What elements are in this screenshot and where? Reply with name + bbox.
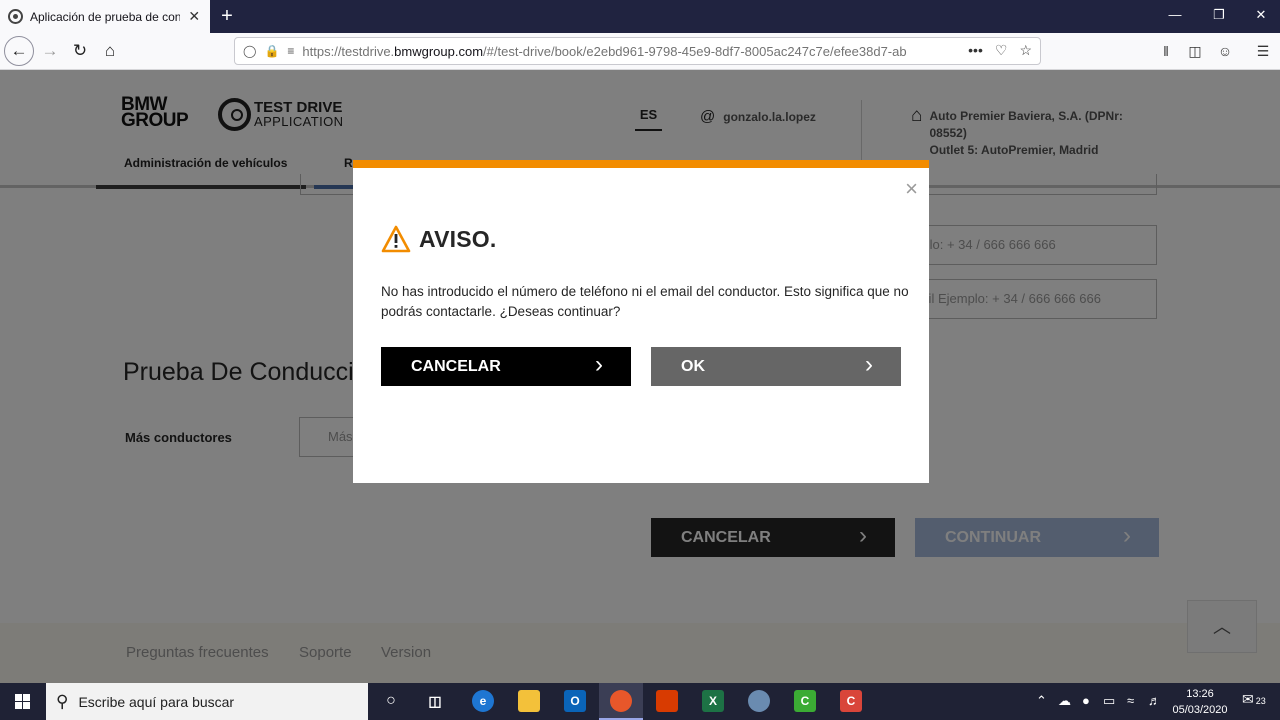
forward-arrow-icon[interactable]: → <box>36 38 64 64</box>
close-icon[interactable]: × <box>905 176 918 202</box>
minimize-icon[interactable]: — <box>1152 0 1198 30</box>
notification-center-icon[interactable]: ✉ 23 <box>1242 691 1266 708</box>
file-explorer-icon[interactable] <box>518 690 540 712</box>
dialog-ok-button[interactable]: OK › <box>651 347 901 386</box>
dialog-message: No has introducido el número de teléfono… <box>381 284 909 319</box>
search-icon: ⚲ <box>56 691 69 711</box>
window-close-icon[interactable]: ✕ <box>1238 0 1280 30</box>
taskbar-search-box[interactable]: ⚲ Escribe aquí para buscar <box>46 683 368 720</box>
page-actions-icon[interactable]: ••• <box>968 42 983 59</box>
clock-time: 13:26 <box>1186 688 1214 700</box>
volume-icon[interactable]: ♬ <box>1148 693 1161 708</box>
wifi-icon[interactable]: ≈ <box>1127 693 1134 708</box>
microphone-icon[interactable]: ● <box>1082 693 1090 708</box>
edge-icon[interactable]: e <box>472 690 494 712</box>
office-icon[interactable] <box>656 690 678 712</box>
clock-date: 05/03/2020 <box>1172 704 1228 716</box>
firefox-icon[interactable] <box>610 690 632 712</box>
menu-icon[interactable]: ☰ <box>1253 43 1273 60</box>
pocket-icon[interactable]: ♡ <box>995 42 1008 59</box>
steering-wheel-favicon-icon <box>8 9 23 24</box>
reload-icon[interactable]: ↻ <box>66 38 94 64</box>
address-bar[interactable]: ◯ 🔒 ≡ https://testdrive.bmwgroup.com/#/t… <box>234 37 1041 65</box>
browser-toolbar: ← → ↻ ⌂ ◯ 🔒 ≡ https://testdrive.bmwgroup… <box>0 33 1280 70</box>
cortana-icon[interactable]: ○ <box>380 690 402 712</box>
chevron-right-icon: › <box>865 351 873 378</box>
lock-icon[interactable]: 🔒 <box>264 44 279 58</box>
browser-tab[interactable]: Aplicación de prueba de conducción ✕ <box>0 0 210 33</box>
sidebar-icon[interactable]: ◫ <box>1185 43 1205 60</box>
dialog-title: AVISO. <box>419 225 497 252</box>
dialog-cancel-button[interactable]: CANCELAR › <box>381 347 631 386</box>
bookmark-star-icon[interactable]: ☆ <box>1019 42 1032 59</box>
tray-overflow-icon[interactable]: ⌃ <box>1036 693 1047 709</box>
shield-icon[interactable]: ◯ <box>243 44 256 58</box>
dialog-ok-label: OK <box>681 357 705 375</box>
utility-app-icon[interactable] <box>748 690 770 712</box>
permissions-icon[interactable]: ≡ <box>287 44 294 58</box>
onedrive-icon[interactable]: ☁ <box>1058 693 1071 709</box>
excel-icon[interactable]: X <box>702 690 724 712</box>
warning-dialog: × AVISO. No has introducido el número de… <box>353 160 929 483</box>
dialog-cancel-label: CANCELAR <box>411 357 501 375</box>
windows-taskbar: ⚲ Escribe aquí para buscar ○ ◫ e O X C C… <box>0 683 1280 720</box>
url-text[interactable]: https://testdrive.bmwgroup.com/#/test-dr… <box>302 44 942 59</box>
system-clock[interactable]: 13:26 05/03/2020 <box>1168 686 1232 718</box>
restore-icon[interactable]: ❐ <box>1196 0 1242 30</box>
outlook-icon[interactable]: O <box>564 690 586 712</box>
account-icon[interactable]: ☺ <box>1215 43 1235 59</box>
recorder-icon[interactable]: C <box>840 690 862 712</box>
warning-triangle-icon <box>381 225 411 253</box>
chevron-right-icon: › <box>595 351 603 378</box>
notification-count: 23 <box>1255 696 1266 706</box>
start-button[interactable] <box>0 683 45 720</box>
dialog-header: AVISO. <box>381 225 496 253</box>
task-view-icon[interactable]: ◫ <box>424 690 446 712</box>
back-arrow-icon[interactable]: ← <box>4 36 34 66</box>
camtasia-icon[interactable]: C <box>794 690 816 712</box>
home-icon[interactable]: ⌂ <box>96 38 124 64</box>
battery-icon[interactable]: ▭ <box>1103 693 1115 709</box>
tab-close-icon[interactable]: ✕ <box>186 8 202 25</box>
windows-logo-icon <box>15 694 30 709</box>
new-tab-button[interactable]: + <box>216 4 238 28</box>
search-placeholder: Escribe aquí para buscar <box>78 693 235 710</box>
browser-tab-bar: Aplicación de prueba de conducción ✕ + —… <box>0 0 1280 33</box>
tab-title: Aplicación de prueba de conducción <box>30 9 181 24</box>
library-icon[interactable]: ‖ <box>1156 43 1176 59</box>
